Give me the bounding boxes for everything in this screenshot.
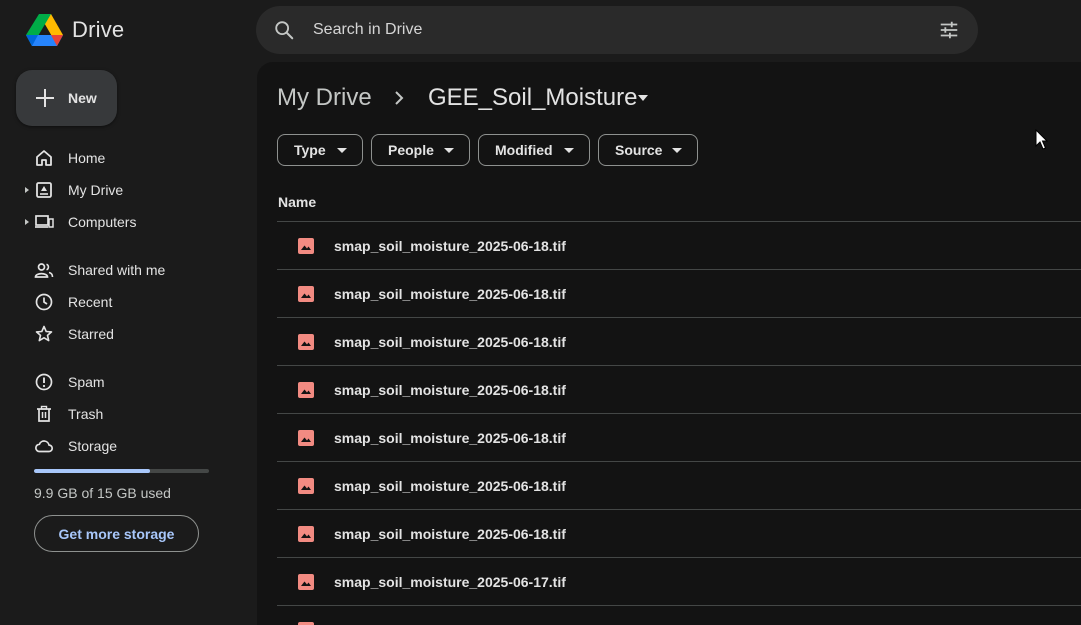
dropdown-arrow-icon [337,148,347,153]
storage-usage-text: 9.9 GB of 15 GB used [34,485,171,501]
file-row[interactable]: smap_soil_moisture_2025-06-18.tif [277,222,1081,270]
spam-icon [35,373,53,391]
sidebar-item-home[interactable]: Home [0,142,230,174]
drive-logo[interactable]: Drive [26,13,124,47]
caret-right-icon[interactable] [24,217,30,227]
chevron-right-icon [395,91,404,105]
sidebar-item-label: Trash [68,406,104,422]
file-name: smap_soil_moisture_2025-06-17.tif [334,574,566,590]
my-drive-icon [36,182,52,198]
sidebar-item-label: Recent [68,294,113,310]
search-bar[interactable]: Search in Drive [256,6,978,54]
image-file-icon [298,382,314,398]
star-icon [35,325,53,342]
caret-right-icon[interactable] [24,185,30,195]
main-panel: My Drive GEE_Soil_Moisture Type People M… [257,62,1081,625]
filter-source-chip[interactable]: Source [598,134,698,166]
image-file-icon [298,478,314,494]
file-row[interactable]: smap_soil_moisture_2025-06-17.tif [277,558,1081,606]
image-file-icon [298,430,314,446]
sidebar-item-label: Home [68,150,106,166]
filter-chip-label: Source [615,142,663,158]
search-options-icon[interactable] [938,19,960,41]
get-more-storage-button[interactable]: Get more storage [34,515,199,552]
mouse-cursor-icon [1035,129,1048,150]
sidebar-item-storage[interactable]: Storage [0,430,230,462]
sidebar-item-computers[interactable]: Computers [0,206,230,238]
trash-icon [37,405,51,422]
sidebar-item-label: My Drive [68,182,124,198]
cloud-icon [35,440,53,453]
sidebar-item-label: Computers [68,214,137,230]
file-name: smap_soil_moisture_2025-06-18.tif [334,334,566,350]
get-more-storage-label: Get more storage [58,525,175,542]
file-name: smap_soil_moisture_2025-06-18.tif [334,286,566,302]
dropdown-arrow-icon [444,148,454,153]
home-icon [36,150,52,166]
drive-logo-icon [26,14,63,46]
column-header-name[interactable]: Name [278,194,316,210]
sidebar-item-shared-with-me[interactable]: Shared with me [0,254,230,286]
dropdown-arrow-icon [672,148,682,153]
breadcrumb-current-folder[interactable]: GEE_Soil_Moisture [428,84,637,112]
storage-usage-bar [34,469,209,473]
drive-app: Drive Search in Drive New Home My Drive … [0,0,1081,625]
new-button-label: New [68,90,97,106]
filter-people-chip[interactable]: People [371,134,470,166]
app-name: Drive [72,17,125,42]
people-icon [34,263,54,278]
filter-type-chip[interactable]: Type [277,134,363,166]
sidebar-item-starred[interactable]: Starred [0,318,230,350]
sidebar-item-recent[interactable]: Recent [0,286,230,318]
file-row[interactable]: smap_soil_moisture_2025-06-18.tif [277,270,1081,318]
breadcrumb-my-drive[interactable]: My Drive [277,84,372,112]
file-row[interactable]: smap_soil_moisture_2025-06-17.tif [277,606,1081,625]
sidebar-item-label: Starred [68,326,114,342]
image-file-icon [298,574,314,590]
sidebar-item-spam[interactable]: Spam [0,366,230,398]
filter-chip-label: Modified [495,142,553,158]
plus-icon [36,89,54,107]
folder-menu-dropdown-icon[interactable] [638,95,648,101]
file-row[interactable]: smap_soil_moisture_2025-06-18.tif [277,510,1081,558]
image-file-icon [298,286,314,302]
sidebar-item-label: Shared with me [68,262,166,278]
new-button[interactable]: New [16,70,117,126]
file-row[interactable]: smap_soil_moisture_2025-06-18.tif [277,414,1081,462]
filter-chip-label: Type [294,142,326,158]
file-name: smap_soil_moisture_2025-06-18.tif [334,238,566,254]
file-row[interactable]: smap_soil_moisture_2025-06-18.tif [277,366,1081,414]
image-file-icon [298,334,314,350]
file-name: smap_soil_moisture_2025-06-18.tif [334,430,566,446]
file-list: smap_soil_moisture_2025-06-18.tif smap_so… [277,222,1081,625]
clock-icon [35,293,53,311]
file-name: smap_soil_moisture_2025-06-18.tif [334,478,566,494]
file-row[interactable]: smap_soil_moisture_2025-06-18.tif [277,318,1081,366]
storage-usage-fill [34,469,150,473]
file-name: smap_soil_moisture_2025-06-18.tif [334,382,566,398]
computers-icon [35,215,54,228]
sidebar-item-label: Spam [68,374,105,390]
filter-chip-label: People [388,142,434,158]
file-row[interactable]: smap_soil_moisture_2025-06-18.tif [277,462,1081,510]
search-input[interactable]: Search in Drive [313,21,422,39]
sidebar-item-my-drive[interactable]: My Drive [0,174,230,206]
search-icon[interactable] [273,19,295,41]
file-name: smap_soil_moisture_2025-06-18.tif [334,526,566,542]
dropdown-arrow-icon [564,148,574,153]
sidebar-item-trash[interactable]: Trash [0,398,230,430]
filter-modified-chip[interactable]: Modified [478,134,590,166]
sidebar-item-label: Storage [68,438,118,454]
image-file-icon [298,238,314,254]
image-file-icon [298,526,314,542]
